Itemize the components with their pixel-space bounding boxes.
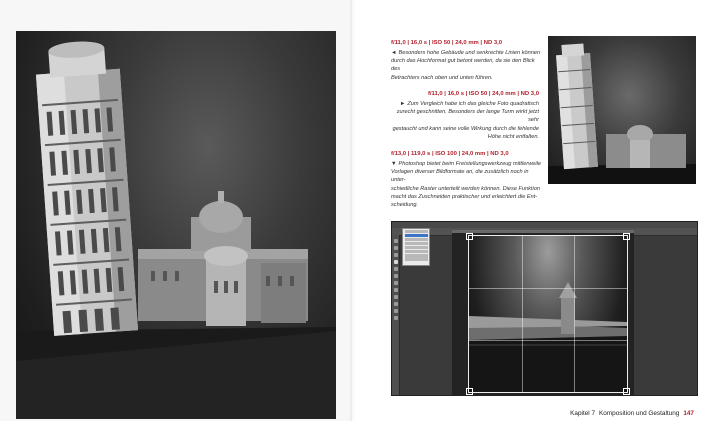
caption-photoshop: f/13,0 | 119,0 s | ISO 100 | 24,0 mm | N… (391, 150, 543, 210)
large-photo (16, 31, 336, 419)
chapter-label: Kapitel 7 (570, 410, 596, 417)
page-footer: Kapitel 7 Komposition und Gestaltung 147 (570, 410, 694, 417)
crop-frame (466, 233, 630, 395)
small-photo (548, 36, 696, 184)
caption-line: zurecht geschnitten. Besonders der lange… (396, 109, 539, 124)
hand-tool-icon (393, 309, 398, 313)
tool-panel (392, 235, 400, 395)
crop-ratio-dropdown (402, 228, 430, 266)
caption-line: scheidung. (391, 202, 419, 209)
crop-handle (466, 388, 473, 395)
caption-line: Vorlagen diverser Bildformate an, die zu… (391, 169, 529, 184)
crop-handle (466, 233, 473, 240)
lasso-tool-icon (393, 253, 398, 257)
text-tool-icon (393, 302, 398, 306)
caption-line: schiedliche Raster unterteilt werden kön… (391, 185, 540, 192)
page-number: 147 (683, 410, 694, 417)
down-arrow-icon: ▼ (391, 160, 397, 167)
caption-heading: f/11,0 | 16,0 s | ISO 50 | 24,0 mm | ND … (391, 40, 503, 46)
zoom-tool-icon (393, 316, 398, 320)
marquee-tool-icon (393, 246, 398, 250)
book-gutter (350, 0, 356, 421)
brush-tool-icon (393, 274, 398, 278)
eyedropper-tool-icon (393, 267, 398, 271)
crop-handle (623, 388, 630, 395)
stamp-tool-icon (393, 281, 398, 285)
move-tool-icon (393, 239, 398, 243)
leaning-tower-square-illustration (548, 43, 696, 184)
caption-heading: f/11,0 | 16,0 s | ISO 50 | 24,0 mm | ND … (427, 91, 539, 97)
crop-tool-icon (393, 260, 398, 264)
caption-line: Zum Vergleich habe ich das gleiche Foto … (407, 100, 539, 107)
photoshop-screenshot (391, 221, 698, 396)
bridge-tower-illustration (469, 282, 627, 392)
crop-handle (623, 233, 630, 240)
chapter-title: Komposition und Gestaltung (599, 410, 680, 417)
right-arrow-icon: ► (399, 100, 406, 107)
left-arrow-icon: ◄ (391, 49, 397, 56)
caption-line: Photoshop bietet beim Freistellungswerkz… (398, 160, 541, 167)
leaning-tower-illustration (16, 41, 336, 419)
caption-line: Höhe nicht entfalten. (487, 133, 539, 140)
caption-line: Betrachters nach oben und unten führen. (391, 74, 493, 81)
caption-line: macht das Zuschneiden praktischer und er… (391, 193, 538, 200)
caption-portrait: f/11,0 | 16,0 s | ISO 50 | 24,0 mm | ND … (391, 39, 541, 82)
gradient-tool-icon (393, 295, 398, 299)
eraser-tool-icon (393, 288, 398, 292)
caption-heading: f/13,0 | 119,0 s | ISO 100 | 24,0 mm | N… (391, 151, 509, 157)
caption-line: gestaucht und kann seine volle Wirkung d… (392, 125, 539, 132)
caption-line: Besonders hohe Gebäude und senkrechte Li… (398, 49, 541, 56)
caption-square: f/11,0 | 16,0 s | ISO 50 | 24,0 mm | ND … (391, 90, 539, 141)
caption-line: durch das Hochformat gut betont werden, … (391, 58, 535, 73)
